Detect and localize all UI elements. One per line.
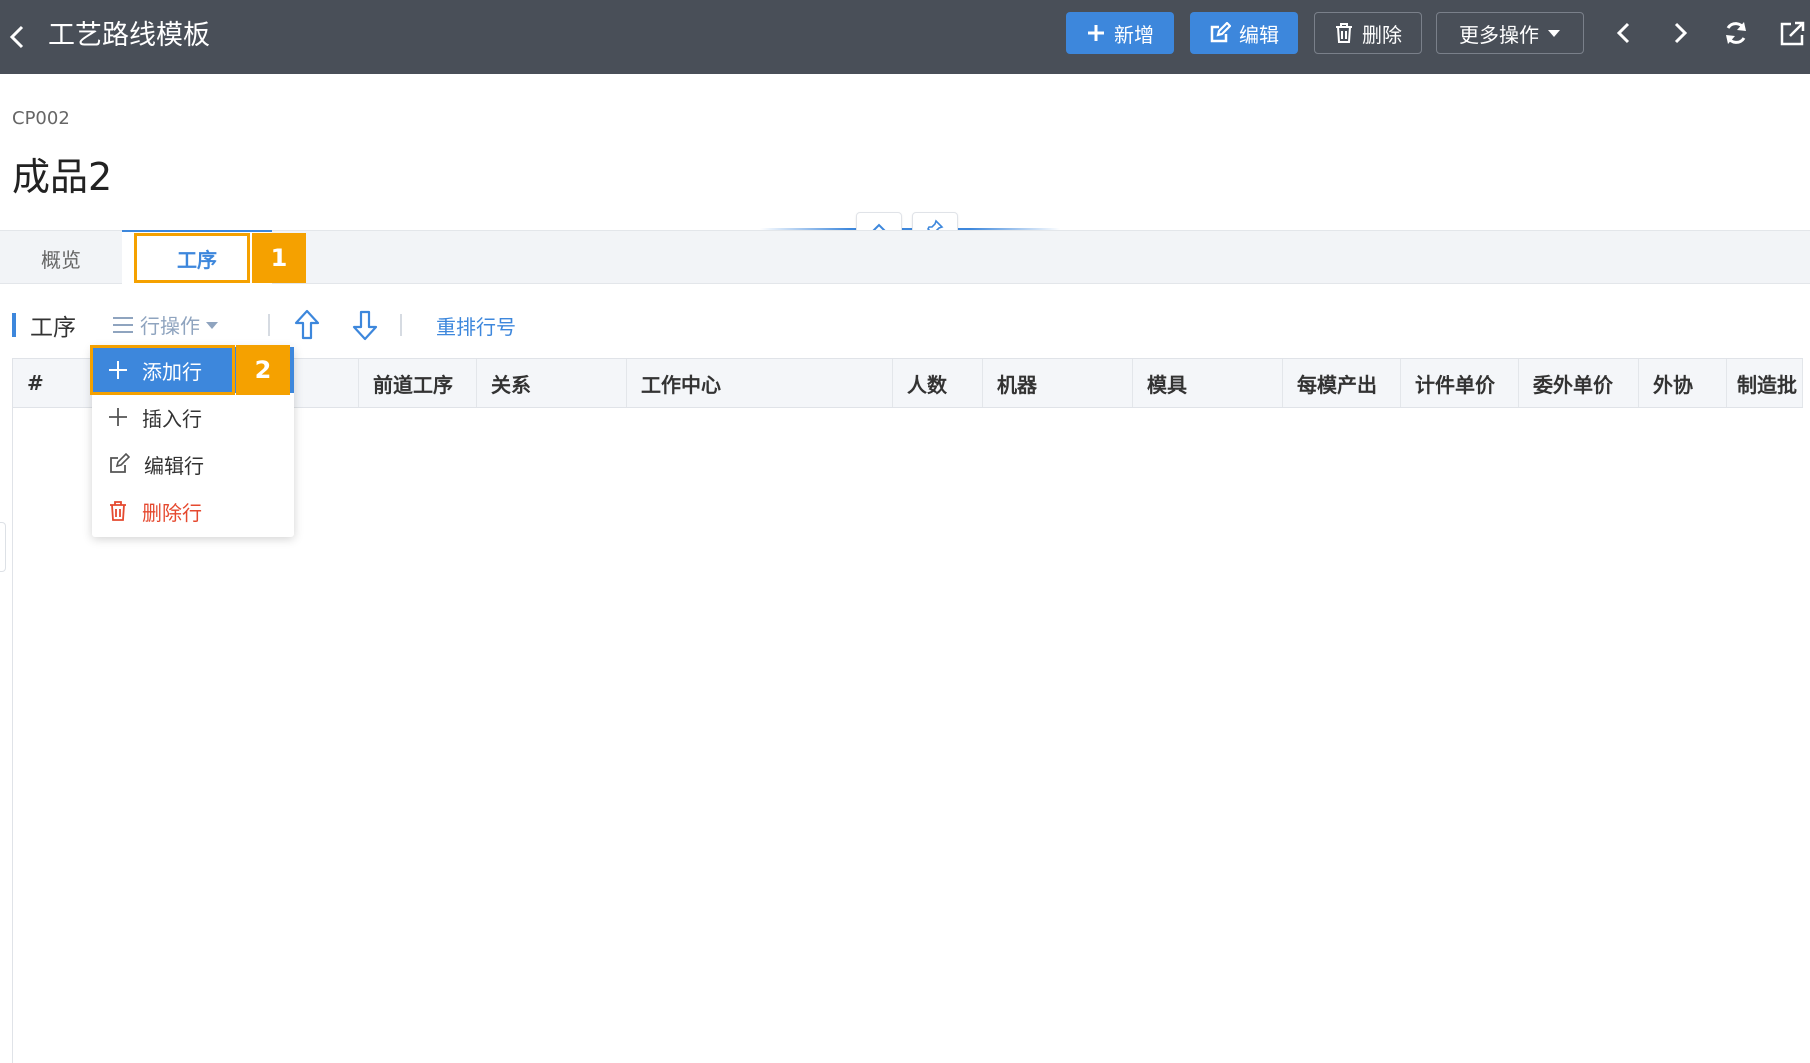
column-header-external: 外协 bbox=[1639, 359, 1727, 407]
top-bar: 工艺路线模板 新增 编辑 删除 更多操作 bbox=[0, 0, 1810, 74]
delete-button[interactable]: 删除 bbox=[1314, 12, 1422, 54]
column-header-relation: 关系 bbox=[477, 359, 627, 407]
tab-overview-label: 概览 bbox=[41, 247, 81, 272]
tab-overview[interactable]: 概览 bbox=[0, 231, 122, 285]
toolbar-separator bbox=[268, 314, 270, 336]
column-header-headcount: 人数 bbox=[893, 359, 983, 407]
menu-icon bbox=[113, 316, 133, 333]
trash-icon bbox=[1336, 23, 1352, 43]
edit-icon bbox=[110, 453, 130, 473]
edit-button[interactable]: 编辑 bbox=[1190, 12, 1298, 54]
more-actions-label: 更多操作 bbox=[1459, 22, 1539, 47]
column-header-machine: 机器 bbox=[983, 359, 1133, 407]
menu-item-label: 插入行 bbox=[142, 406, 202, 431]
section-marker bbox=[12, 313, 16, 337]
column-header-batch: 制造批 bbox=[1727, 359, 1803, 407]
column-header-piece-rate: 计件单价 bbox=[1401, 359, 1519, 407]
open-external-icon[interactable] bbox=[1778, 18, 1806, 48]
row-operations-dropdown[interactable]: 行操作 bbox=[112, 310, 218, 339]
plus-icon bbox=[109, 408, 127, 426]
toolbar-separator bbox=[400, 314, 402, 336]
menu-item-insert-row[interactable]: 插入行 bbox=[92, 394, 294, 440]
step-badge-1: 1 bbox=[252, 233, 306, 283]
record-code: CP002 bbox=[12, 108, 70, 129]
edit-icon bbox=[1210, 22, 1231, 43]
back-icon[interactable] bbox=[6, 22, 30, 52]
refresh-icon[interactable] bbox=[1722, 18, 1750, 48]
trash-icon bbox=[110, 501, 126, 521]
next-icon[interactable] bbox=[1666, 18, 1694, 48]
record-name: 成品2 bbox=[12, 155, 113, 199]
highlight-box-tab bbox=[134, 233, 250, 283]
caret-down-icon bbox=[206, 321, 218, 329]
column-header-output-per-mold: 每模产出 bbox=[1283, 359, 1401, 407]
menu-item-delete-row[interactable]: 删除行 bbox=[92, 488, 294, 534]
highlight-box-add-row bbox=[90, 345, 235, 395]
step-badge-2: 2 bbox=[236, 345, 290, 395]
renumber-rows-button[interactable]: 重排行号 bbox=[436, 311, 516, 340]
new-button-label: 新增 bbox=[1114, 22, 1154, 47]
column-header-prev-process: 前道工序 bbox=[359, 359, 477, 407]
edit-button-label: 编辑 bbox=[1239, 22, 1279, 47]
side-drawer-handle[interactable] bbox=[0, 522, 6, 572]
prev-icon[interactable] bbox=[1610, 18, 1638, 48]
menu-item-label: 删除行 bbox=[142, 500, 202, 525]
caret-down-icon bbox=[1548, 30, 1560, 37]
plus-icon bbox=[1088, 25, 1104, 41]
column-header-outsourcing-price: 委外单价 bbox=[1519, 359, 1639, 407]
page-title: 工艺路线模板 bbox=[48, 20, 210, 51]
section-title: 工序 bbox=[30, 315, 76, 341]
menu-item-label: 编辑行 bbox=[144, 453, 204, 478]
column-header-mold: 模具 bbox=[1133, 359, 1283, 407]
more-actions-button[interactable]: 更多操作 bbox=[1436, 12, 1584, 54]
move-down-icon[interactable] bbox=[350, 308, 380, 342]
column-header-work-center: 工作中心 bbox=[627, 359, 893, 407]
move-up-icon[interactable] bbox=[292, 308, 322, 342]
delete-button-label: 删除 bbox=[1362, 22, 1402, 47]
menu-item-edit-row[interactable]: 编辑行 bbox=[92, 441, 294, 487]
new-button[interactable]: 新增 bbox=[1066, 12, 1174, 54]
row-operations-label: 行操作 bbox=[140, 314, 200, 338]
